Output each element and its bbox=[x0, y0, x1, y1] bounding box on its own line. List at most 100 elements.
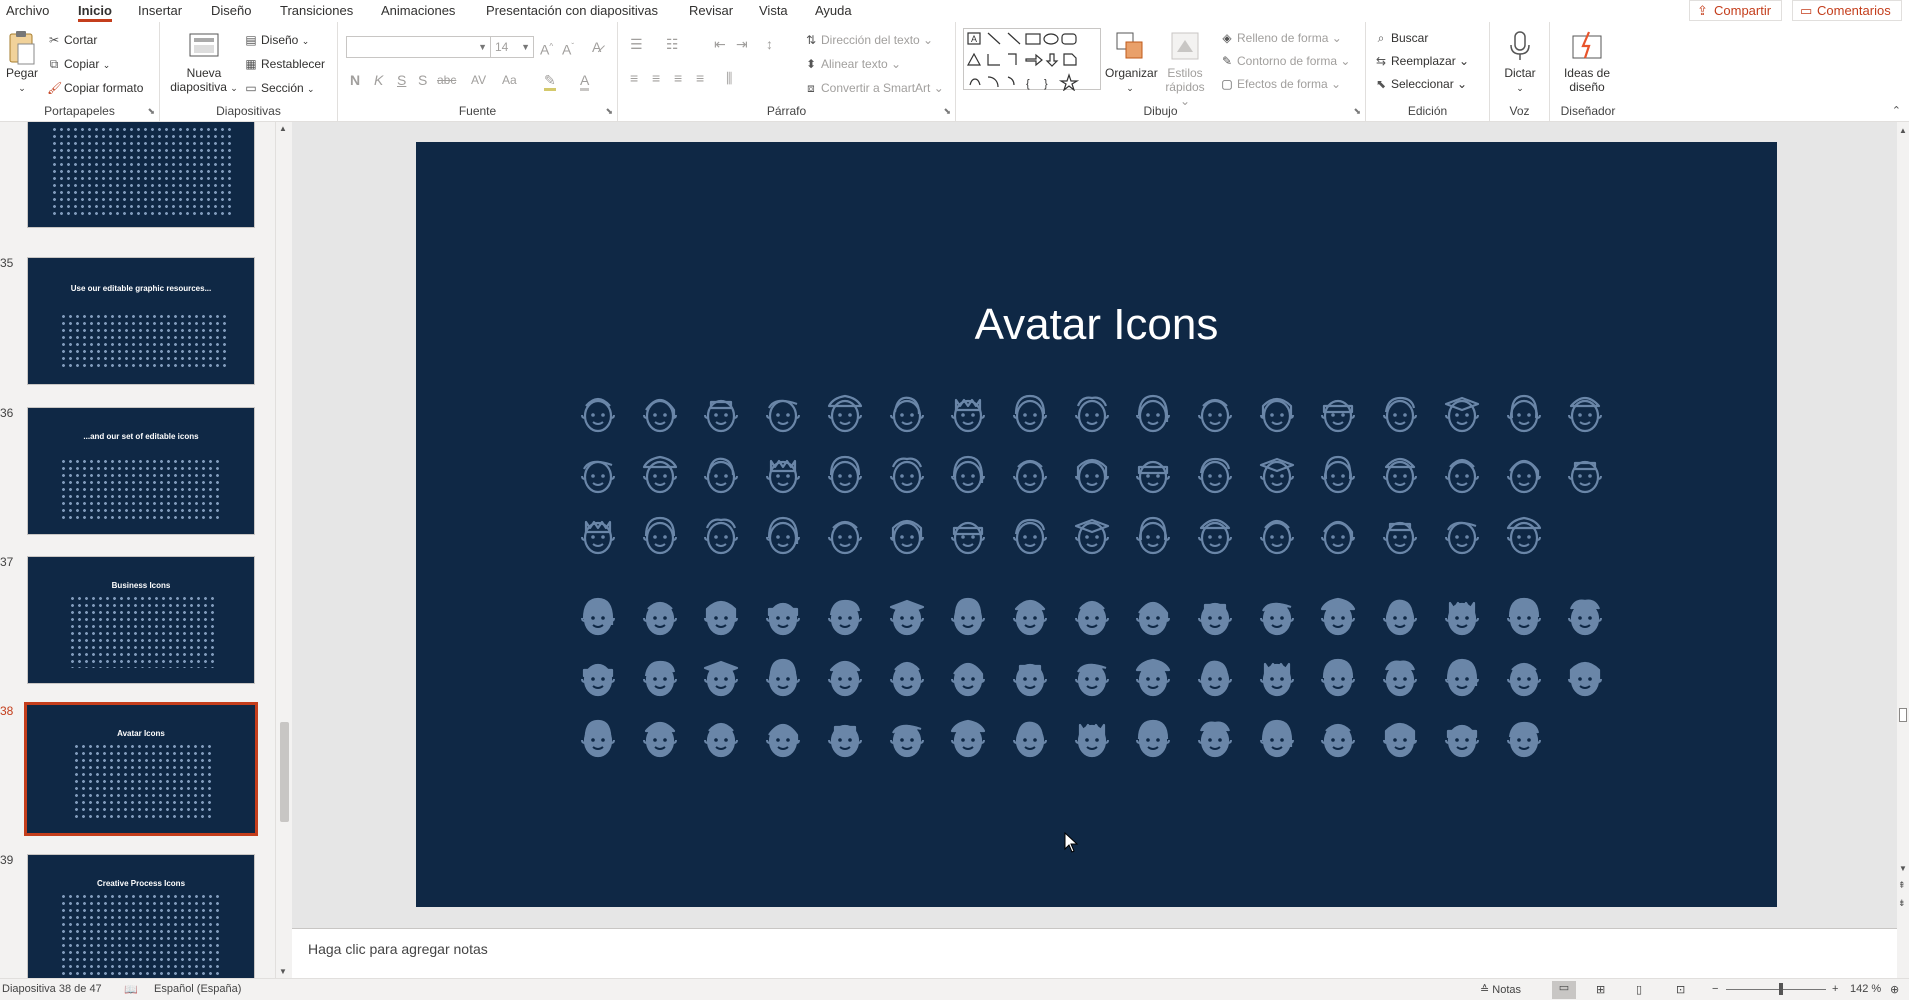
scroll-down-icon[interactable]: ▼ bbox=[1899, 864, 1907, 873]
slide-thumbnail[interactable] bbox=[27, 122, 255, 228]
font-size-combo[interactable]: 14 ▼ bbox=[490, 36, 534, 58]
zoom-slider[interactable] bbox=[1726, 983, 1826, 995]
tab-vista[interactable]: Vista bbox=[759, 2, 788, 22]
scrollbar-thumb[interactable] bbox=[1899, 708, 1907, 722]
language-indicator[interactable]: Español (España) bbox=[154, 983, 241, 995]
zoom-out-icon[interactable]: − bbox=[1712, 983, 1718, 995]
highlight-icon[interactable]: ✎ bbox=[544, 72, 556, 91]
next-slide-icon[interactable]: ⇟ bbox=[1898, 898, 1906, 909]
slide-scrollbar[interactable]: ▲ ▼ ⇞ ⇟ bbox=[1897, 122, 1909, 928]
dialog-launcher-icon[interactable]: ⬊ bbox=[1353, 106, 1361, 117]
zoom-level[interactable]: 142 % bbox=[1850, 983, 1881, 995]
select-button[interactable]: ⬉ Seleccionar ⌄ bbox=[1374, 76, 1467, 92]
numbering-icon[interactable]: ☷ bbox=[666, 36, 679, 52]
slide-thumbnail[interactable]: Business Icons bbox=[27, 556, 255, 684]
bold-button[interactable]: N bbox=[350, 72, 360, 88]
tab-archivo[interactable]: Archivo bbox=[6, 2, 49, 22]
align-center-icon[interactable]: ≡ bbox=[652, 70, 660, 86]
dialog-launcher-icon[interactable]: ⬊ bbox=[943, 106, 951, 117]
replace-button[interactable]: ⇆ Reemplazar ⌄ bbox=[1374, 53, 1469, 69]
shape-outline-button[interactable]: ✎ Contorno de forma ⌄ bbox=[1220, 53, 1350, 69]
tab-transiciones[interactable]: Transiciones bbox=[280, 2, 353, 22]
tab-revisar[interactable]: Revisar bbox=[689, 2, 733, 22]
reading-view-icon[interactable]: ▯ bbox=[1636, 983, 1642, 996]
collapse-ribbon-icon[interactable]: ⌃ bbox=[1892, 104, 1901, 117]
slide-thumbnail[interactable]: Use our editable graphic resources... bbox=[27, 257, 255, 385]
slide-thumbnail[interactable]: ...and our set of editable icons bbox=[27, 407, 255, 535]
scrollbar-thumb[interactable] bbox=[280, 722, 289, 822]
align-left-icon[interactable]: ≡ bbox=[630, 70, 638, 86]
thumbnail-scrollbar[interactable]: ▲ ▼ bbox=[276, 122, 292, 978]
convert-smartart-button[interactable]: ⧈ Convertir a SmartArt ⌄ bbox=[804, 80, 944, 96]
slide-sorter-icon[interactable]: ⊞ bbox=[1596, 983, 1605, 996]
avatar-outline-icon bbox=[1568, 396, 1603, 433]
tab-diseno[interactable]: Diseño bbox=[211, 2, 251, 22]
share-button[interactable]: ⇪ Compartir bbox=[1689, 0, 1783, 21]
italic-button[interactable]: K bbox=[374, 72, 383, 88]
notes-toggle[interactable]: ≙ Notas bbox=[1480, 983, 1521, 996]
char-spacing-button[interactable]: AV bbox=[471, 72, 486, 88]
comments-button[interactable]: ▭ Comentarios bbox=[1792, 0, 1902, 21]
new-slide-button[interactable]: Nueva diapositiva ⌄ bbox=[168, 30, 240, 95]
tab-ayuda[interactable]: Ayuda bbox=[815, 2, 852, 22]
shadow-button[interactable]: S bbox=[418, 72, 427, 88]
font-name-combo[interactable]: ▼ bbox=[346, 36, 491, 58]
columns-icon[interactable]: ⫼ bbox=[726, 70, 732, 86]
font-color-icon[interactable]: A bbox=[580, 72, 590, 91]
cut-button[interactable]: ✂ Cortar bbox=[47, 32, 97, 48]
design-ideas-button[interactable]: Ideas de diseño bbox=[1554, 30, 1620, 94]
arrange-button[interactable]: Organizar ⌄ bbox=[1105, 30, 1158, 95]
strikethrough-button[interactable]: abc bbox=[437, 72, 456, 88]
slideshow-icon[interactable]: ⊡ bbox=[1676, 983, 1685, 996]
normal-view-icon[interactable]: ▭ bbox=[1552, 981, 1576, 999]
current-slide[interactable]: Avatar Icons bbox=[416, 142, 1777, 907]
section-button[interactable]: ▭ Sección ⌄ bbox=[244, 80, 314, 97]
zoom-in-icon[interactable]: + bbox=[1832, 983, 1838, 995]
slide-title[interactable]: Avatar Icons bbox=[416, 300, 1777, 350]
avatar-filled-icon bbox=[827, 724, 862, 758]
shape-effects-button[interactable]: ▢ Efectos de forma ⌄ bbox=[1220, 76, 1341, 92]
copy-format-button[interactable]: 🖌 Copiar formato bbox=[47, 80, 143, 96]
clear-format-icon[interactable]: A̷ bbox=[592, 39, 601, 55]
change-case-button[interactable]: Aa bbox=[502, 72, 517, 88]
tab-inicio[interactable]: Inicio bbox=[78, 2, 112, 22]
slide-thumbnail[interactable]: Creative Process Icons bbox=[27, 854, 255, 978]
underline-button[interactable]: S bbox=[397, 72, 406, 88]
dialog-launcher-icon[interactable]: ⬊ bbox=[147, 106, 155, 117]
grow-font-icon[interactable]: A^ bbox=[540, 39, 553, 58]
scroll-up-icon[interactable]: ▲ bbox=[1899, 126, 1907, 135]
avatar-filled-icon bbox=[1136, 719, 1171, 758]
quick-styles-button[interactable]: Estilos rápidos ⌄ bbox=[1160, 30, 1210, 108]
shrink-font-icon[interactable]: Aˇ bbox=[562, 39, 574, 58]
line-spacing-icon[interactable]: ↕ bbox=[766, 36, 773, 52]
tab-presentacion[interactable]: Presentación con diapositivas bbox=[486, 2, 658, 22]
slide-thumbnail-pane[interactable]: 35 Use our editable graphic resources...… bbox=[0, 122, 276, 978]
scroll-down-icon[interactable]: ▼ bbox=[279, 967, 287, 976]
increase-indent-icon[interactable]: ⇥ bbox=[736, 36, 748, 52]
previous-slide-icon[interactable]: ⇞ bbox=[1898, 880, 1906, 891]
text-direction-button[interactable]: ⇅ Dirección del texto ⌄ bbox=[804, 32, 933, 48]
tab-insertar[interactable]: Insertar bbox=[138, 2, 182, 22]
align-text-button[interactable]: ⬍ Alinear texto ⌄ bbox=[804, 56, 901, 72]
shape-fill-button[interactable]: ◈ Relleno de forma ⌄ bbox=[1220, 30, 1341, 46]
justify-icon[interactable]: ≡ bbox=[696, 70, 704, 86]
scroll-up-icon[interactable]: ▲ bbox=[279, 124, 287, 133]
copy-button[interactable]: ⧉ Copiar ⌄ bbox=[47, 56, 111, 73]
dictate-button[interactable]: Dictar ⌄ bbox=[1494, 30, 1546, 95]
reset-button[interactable]: ▦ Restablecer bbox=[244, 56, 325, 72]
spellcheck-icon[interactable]: 📖 bbox=[124, 983, 138, 996]
bullets-icon[interactable]: ☰ bbox=[630, 36, 643, 52]
shapes-gallery[interactable]: A {} bbox=[963, 28, 1101, 92]
decrease-indent-icon[interactable]: ⇤ bbox=[714, 36, 726, 52]
align-right-icon[interactable]: ≡ bbox=[674, 70, 682, 86]
notes-placeholder[interactable]: Haga clic para agregar notas bbox=[308, 941, 488, 957]
dialog-launcher-icon[interactable]: ⬊ bbox=[605, 106, 613, 117]
tab-animaciones[interactable]: Animaciones bbox=[381, 2, 455, 22]
slide-thumbnail-selected[interactable]: Avatar Icons bbox=[24, 702, 258, 836]
zoom-slider-thumb[interactable] bbox=[1779, 983, 1783, 995]
notes-pane[interactable]: Haga clic para agregar notas bbox=[292, 928, 1897, 978]
layout-button[interactable]: ▤ Diseño ⌄ bbox=[244, 32, 309, 49]
find-button[interactable]: ⌕ Buscar bbox=[1374, 30, 1429, 46]
fit-slide-icon[interactable]: ⊕ bbox=[1890, 983, 1899, 996]
paste-button[interactable]: Pegar ⌄ bbox=[4, 30, 40, 95]
